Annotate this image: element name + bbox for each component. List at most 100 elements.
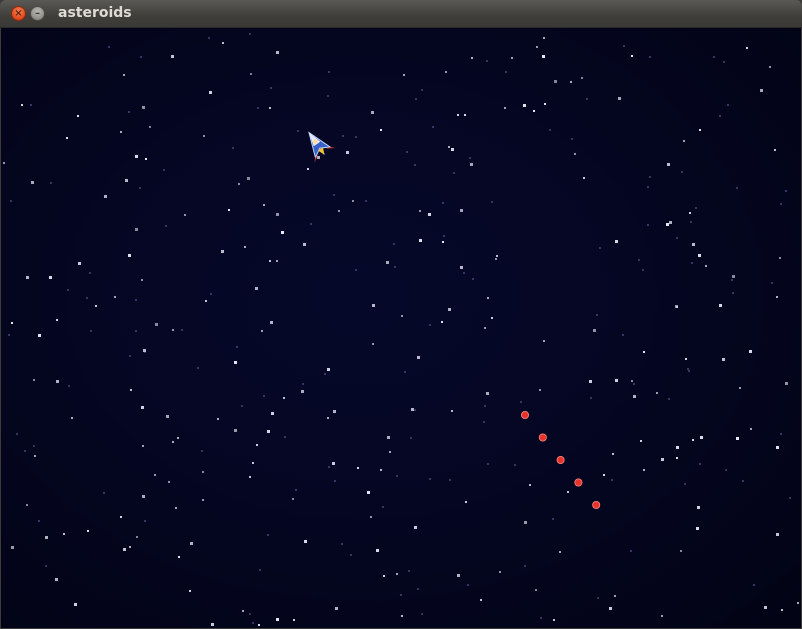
star [283, 397, 285, 399]
dim-star [611, 479, 613, 481]
star [656, 392, 658, 394]
dim-star [690, 221, 692, 223]
star [338, 210, 340, 212]
dim-star [90, 330, 92, 332]
star [689, 212, 691, 214]
star [769, 66, 771, 68]
dim-star [731, 279, 733, 281]
dim-star [687, 368, 689, 370]
dim-star [135, 299, 137, 301]
star [669, 221, 672, 224]
dim-star [725, 469, 727, 471]
window-title: asteroids [58, 5, 132, 21]
dim-star [719, 115, 721, 117]
star [486, 392, 489, 395]
title-bar[interactable]: × – asteroids [0, 0, 802, 28]
dim-starfield [8, 33, 791, 624]
dim-star [295, 489, 297, 491]
dim-star [688, 370, 690, 372]
star [414, 526, 417, 529]
star [666, 223, 669, 226]
star [333, 410, 336, 413]
star [496, 255, 498, 257]
star [574, 153, 576, 155]
star [26, 276, 29, 279]
dim-star [140, 56, 142, 58]
star [631, 55, 633, 57]
star [631, 380, 633, 382]
star [276, 51, 279, 54]
star [539, 389, 541, 391]
star [698, 254, 701, 257]
dim-star [414, 164, 416, 166]
bullet [556, 455, 565, 464]
star [26, 504, 28, 506]
star [202, 499, 204, 501]
star [386, 261, 389, 264]
dim-star [8, 334, 10, 336]
dim-star [453, 172, 455, 174]
star [11, 546, 14, 549]
dim-star [483, 421, 485, 423]
star [445, 71, 447, 73]
star [383, 575, 385, 577]
star [203, 135, 205, 137]
dim-star [472, 278, 474, 280]
minimize-button[interactable]: – [30, 6, 45, 21]
dim-star [520, 401, 522, 403]
dim-star [590, 397, 592, 399]
dim-star [355, 269, 357, 271]
dim-star [394, 266, 396, 268]
star [221, 250, 224, 253]
dim-star [327, 95, 329, 97]
dim-star [552, 518, 554, 520]
star [680, 550, 682, 552]
star [583, 177, 585, 179]
star [168, 481, 170, 483]
star [258, 624, 260, 626]
star [471, 57, 473, 59]
game-canvas[interactable] [1, 28, 801, 628]
dim-star [350, 554, 352, 556]
dim-star [467, 584, 469, 586]
star [372, 343, 374, 345]
star [55, 578, 58, 581]
star [370, 516, 372, 518]
star [217, 418, 219, 420]
dim-star [442, 202, 444, 204]
dim-star [649, 56, 651, 58]
dim-star [297, 130, 299, 132]
star [764, 606, 767, 609]
bullet-trail [521, 410, 601, 509]
star [166, 415, 169, 418]
dim-star [524, 565, 526, 567]
dim-star [713, 56, 715, 58]
dim-star [241, 405, 243, 407]
dim-star [732, 292, 734, 294]
star [633, 395, 636, 398]
dim-star [108, 46, 110, 48]
star [171, 55, 174, 58]
star [249, 476, 251, 478]
dim-star [753, 584, 755, 586]
star [77, 115, 79, 117]
dim-star [33, 445, 35, 447]
star [460, 209, 463, 212]
star [739, 387, 741, 389]
bullet [574, 478, 583, 487]
dim-star [236, 346, 238, 348]
close-button[interactable]: × [11, 6, 26, 21]
star [685, 358, 687, 360]
star [247, 177, 250, 180]
dim-star [486, 60, 488, 62]
dim-star [208, 37, 210, 39]
dim-star [163, 169, 165, 171]
star [403, 74, 405, 76]
dim-star [135, 330, 137, 332]
star [276, 260, 278, 262]
star [504, 107, 506, 109]
star [74, 603, 77, 606]
star [499, 571, 501, 573]
star [327, 368, 330, 371]
star [401, 615, 403, 617]
